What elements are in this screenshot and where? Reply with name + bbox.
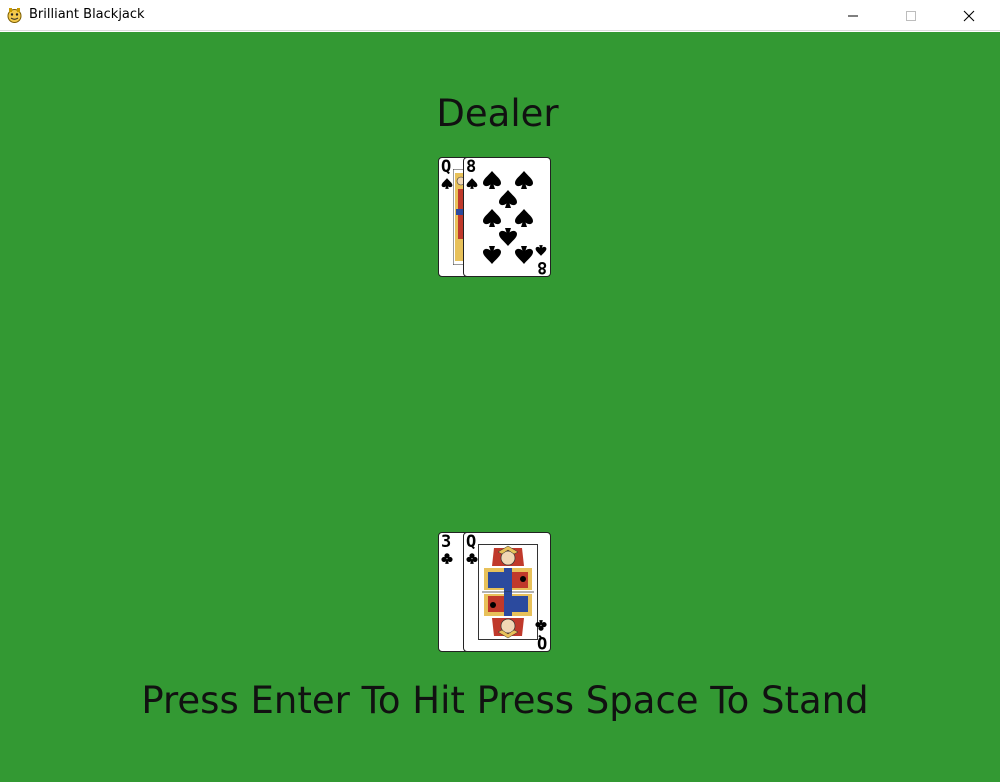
card-rank-bottom: Q bbox=[536, 632, 547, 652]
spade-icon bbox=[466, 178, 478, 189]
game-table bbox=[0, 32, 1000, 782]
club-icon bbox=[441, 553, 453, 564]
spade-icon bbox=[483, 246, 501, 264]
window-title: Brilliant Blackjack bbox=[29, 7, 145, 22]
spade-icon bbox=[515, 171, 533, 189]
pygame-snake-icon bbox=[7, 8, 22, 23]
card-rank: Q bbox=[441, 157, 452, 177]
club-icon bbox=[535, 620, 547, 631]
card-rank: 3 bbox=[441, 532, 452, 552]
queen-face-art bbox=[478, 544, 538, 640]
dealer-card-2: 8 8 bbox=[463, 157, 551, 277]
card-rank: 8 bbox=[466, 157, 477, 177]
controls-prompt: Press Enter To Hit Press Space To Stand bbox=[141, 679, 869, 722]
card-rank-bottom: 8 bbox=[536, 257, 547, 277]
player-card-2: Q Q bbox=[463, 532, 551, 652]
spade-icon bbox=[535, 245, 547, 256]
spade-icon bbox=[515, 246, 533, 264]
close-icon bbox=[963, 10, 975, 21]
spade-icon bbox=[483, 209, 501, 227]
card-rank: Q bbox=[466, 532, 477, 552]
spade-icon bbox=[483, 171, 501, 189]
club-icon bbox=[466, 553, 478, 564]
minimize-icon bbox=[848, 15, 858, 16]
spade-icon bbox=[515, 209, 533, 227]
dealer-label: Dealer bbox=[436, 92, 559, 135]
spade-icon bbox=[499, 190, 517, 208]
window-titlebar[interactable]: Brilliant Blackjack bbox=[0, 0, 1000, 31]
minimize-button[interactable] bbox=[830, 0, 876, 31]
spade-icon bbox=[441, 178, 453, 189]
maximize-button[interactable] bbox=[888, 0, 934, 31]
maximize-icon bbox=[906, 10, 916, 21]
close-button[interactable] bbox=[946, 0, 992, 31]
spade-icon bbox=[499, 228, 517, 246]
